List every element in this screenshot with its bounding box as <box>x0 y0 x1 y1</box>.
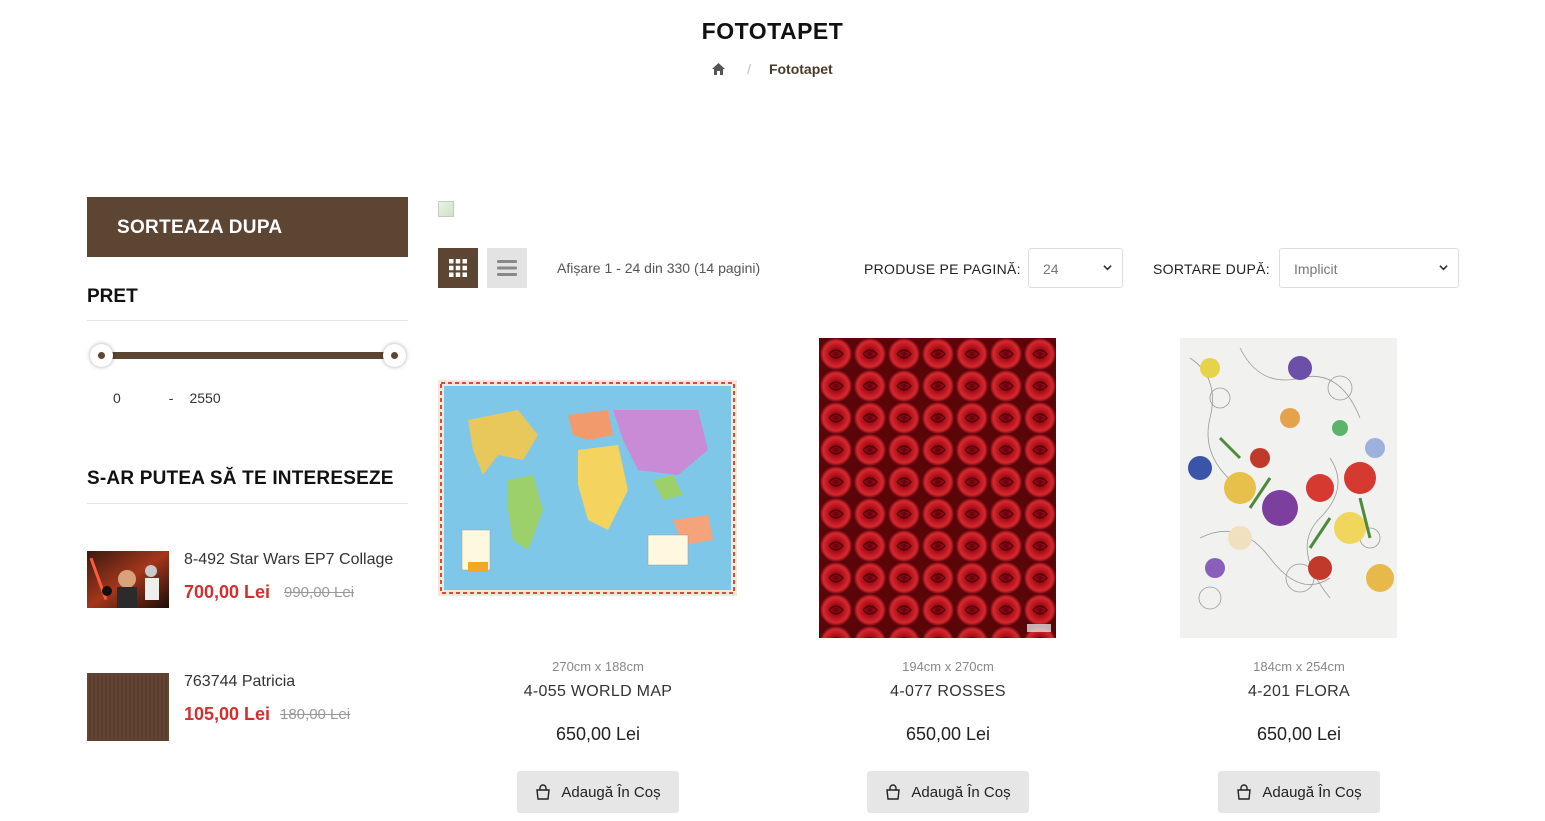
product-price: 650,00 Lei <box>555 724 641 744</box>
list-icon <box>497 260 517 276</box>
grid-view-button[interactable] <box>438 248 478 288</box>
recommended-item-price: 700,00 Lei <box>184 582 271 602</box>
price-divider <box>87 320 408 321</box>
recommended-item-price: 105,00 Lei <box>184 704 271 724</box>
product-dimensions: 270cm x 188cm <box>552 659 644 674</box>
price-slider-max-handle[interactable] <box>383 344 406 367</box>
shopping-bag-icon <box>886 784 901 800</box>
recommended-divider <box>87 503 408 504</box>
product-card: 184cm x 254cm 4-201 FLORA 650,00 Lei Ada… <box>1139 338 1459 818</box>
recommended-item-image[interactable] <box>87 673 169 741</box>
add-to-cart-label: Adaugă În Coș <box>911 783 1011 801</box>
product-image[interactable] <box>438 380 737 596</box>
sort-value: Implicit <box>1294 261 1338 277</box>
product-card: 194cm x 270cm 4-077 ROSSES 650,00 Lei Ad… <box>788 338 1108 818</box>
shopping-bag-icon <box>536 784 551 800</box>
add-to-cart-button[interactable]: Adaugă În Coș <box>517 771 679 813</box>
price-min: 0 <box>113 390 121 406</box>
category-banner-image <box>438 201 454 217</box>
sort-select[interactable]: Implicit <box>1279 248 1459 288</box>
results-count: Afișare 1 - 24 din 330 (14 pagini) <box>557 260 761 276</box>
grid-icon <box>449 259 467 277</box>
add-to-cart-button[interactable]: Adaugă În Coș <box>867 771 1029 813</box>
price-range: 0 -2550 <box>113 390 221 406</box>
product-name[interactable]: 4-201 FLORA <box>1139 683 1459 701</box>
recommended-item[interactable]: 8-492 Star Wars EP7 Collage 700,00 Lei 9… <box>87 551 408 621</box>
product-image[interactable] <box>1180 338 1397 638</box>
product-price: 650,00 Lei <box>1256 724 1342 744</box>
breadcrumb-current[interactable]: Fototapet <box>769 61 833 77</box>
page-title: FOTOTAPET <box>701 18 844 44</box>
recommended-item-old-price: 180,00 Lei <box>280 706 351 723</box>
breadcrumb: / Fototapet <box>0 61 1545 78</box>
product-name[interactable]: 4-077 ROSSES <box>788 683 1108 701</box>
chevron-down-icon <box>1103 265 1112 271</box>
add-to-cart-label: Adaugă În Coș <box>561 783 661 801</box>
add-to-cart-button[interactable]: Adaugă În Coș <box>1218 771 1380 813</box>
product-price: 650,00 Lei <box>905 724 991 744</box>
recommended-title: S-AR PUTEA SĂ TE INTERESEZE <box>87 468 394 489</box>
per-page-label: PRODUSE PE PAGINĂ: <box>864 261 1021 277</box>
chevron-down-icon <box>1439 265 1448 271</box>
recommended-item-name[interactable]: 763744 Patricia <box>184 673 295 691</box>
per-page-value: 24 <box>1043 261 1059 277</box>
list-view-button[interactable] <box>487 248 527 288</box>
product-name[interactable]: 4-055 WORLD MAP <box>438 683 758 701</box>
per-page-select[interactable]: 24 <box>1028 248 1123 288</box>
shopping-bag-icon <box>1237 784 1252 800</box>
recommended-item-name[interactable]: 8-492 Star Wars EP7 Collage <box>184 551 393 569</box>
price-slider-min-handle[interactable] <box>90 344 113 367</box>
product-dimensions: 194cm x 270cm <box>902 659 994 674</box>
price-slider-track[interactable] <box>101 352 394 359</box>
recommended-item[interactable]: 763744 Patricia 105,00 Lei 180,00 Lei <box>87 673 408 743</box>
price-max: 2550 <box>189 390 221 406</box>
sort-by-header: SORTEAZA DUPA <box>87 197 408 257</box>
product-dimensions: 184cm x 254cm <box>1253 659 1345 674</box>
recommended-item-image[interactable] <box>87 551 169 608</box>
add-to-cart-label: Adaugă În Coș <box>1262 783 1362 801</box>
price-separator: - <box>168 390 174 406</box>
product-image[interactable] <box>819 338 1056 638</box>
home-icon[interactable] <box>712 62 726 78</box>
price-filter-title: PRET <box>87 286 138 307</box>
breadcrumb-separator: / <box>747 61 752 77</box>
sort-label: SORTARE DUPĂ: <box>1153 261 1270 277</box>
product-card: 270cm x 188cm 4-055 WORLD MAP 650,00 Lei… <box>438 338 758 818</box>
recommended-item-old-price: 990,00 Lei <box>284 584 355 601</box>
